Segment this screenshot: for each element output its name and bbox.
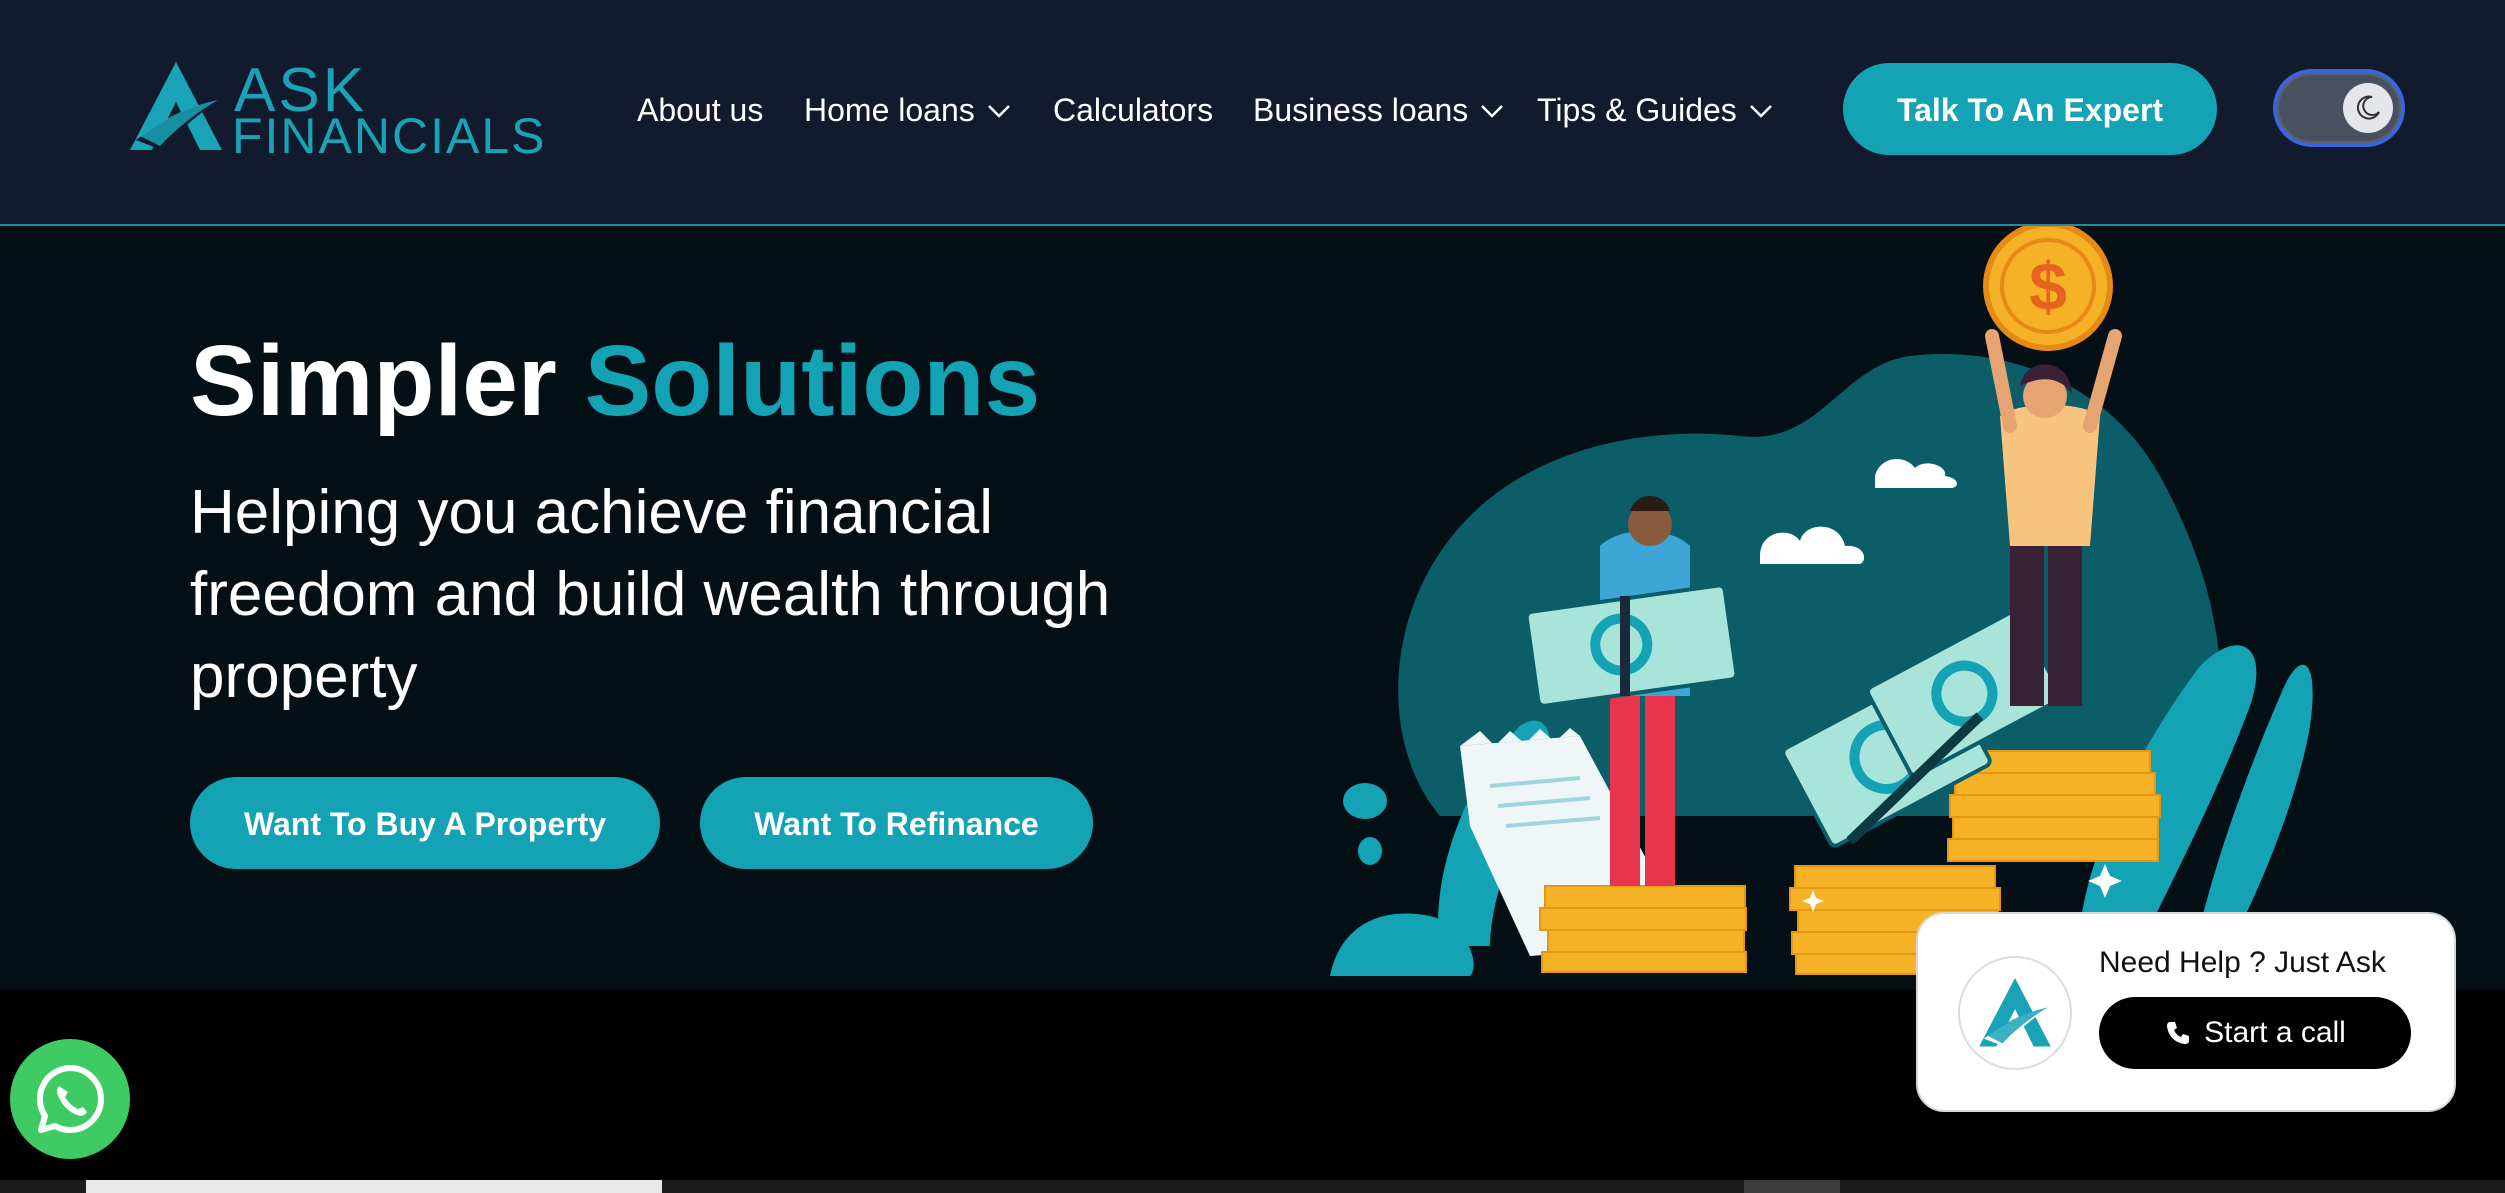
bottom-strip-highlight (86, 1180, 662, 1193)
page: ASK FINANCIALS About us Home loans Calcu… (0, 0, 2505, 1193)
theme-toggle[interactable] (2277, 73, 2401, 143)
nav-about-us[interactable]: About us (637, 88, 763, 132)
nav-label: Tips & Guides (1537, 92, 1737, 128)
start-call-button[interactable]: Start a call (2099, 997, 2411, 1069)
hero-illustration: $ (1330, 226, 2313, 976)
whatsapp-button[interactable] (10, 1039, 130, 1159)
logo-mark-icon (130, 62, 222, 150)
hero-title: Simpler Solutions (190, 326, 1040, 436)
nav-business-loans[interactable]: Business loans (1253, 88, 1506, 132)
svg-text:$: $ (2029, 249, 2067, 325)
nav-home-loans[interactable]: Home loans (804, 88, 1013, 132)
nav-label: Home loans (804, 92, 975, 128)
nav-label: Calculators (1053, 92, 1214, 128)
help-widget: Need Help ? Just Ask Start a call (1916, 912, 2456, 1112)
site-header: ASK FINANCIALS About us Home loans Calcu… (0, 0, 2505, 226)
start-call-label: Start a call (2204, 1016, 2346, 1049)
talk-to-expert-button[interactable]: Talk To An Expert (1843, 63, 2217, 155)
site-logo[interactable]: ASK FINANCIALS (124, 60, 545, 162)
nav-calculators[interactable]: Calculators (1053, 88, 1213, 132)
phone-icon (2167, 1022, 2190, 1044)
moon-icon (2356, 95, 2380, 120)
whatsapp-icon (36, 1065, 104, 1133)
help-avatar (1958, 956, 2072, 1070)
chevron-down-icon (987, 105, 1010, 118)
refinance-button[interactable]: Want To Refinance (700, 777, 1093, 869)
toggle-knob (2343, 83, 2393, 133)
bottom-strip-marker (1744, 1180, 1840, 1193)
logo-text-financials: FINANCIALS (232, 108, 547, 164)
nav-tips-guides[interactable]: Tips & Guides (1537, 88, 1775, 132)
nav-label: About us (637, 92, 764, 128)
help-title: Need Help ? Just Ask (2099, 946, 2386, 979)
buy-property-button[interactable]: Want To Buy A Property (190, 777, 660, 869)
nav-label: Business loans (1253, 92, 1469, 128)
hero-title-plain: Simpler (190, 325, 557, 437)
hero-title-accent: Solutions (584, 325, 1041, 437)
hero-subtitle: Helping you achieve financial freedom an… (190, 478, 1111, 711)
chevron-down-icon (1749, 105, 1772, 118)
brand-logo-icon (1979, 978, 2051, 1047)
chevron-down-icon (1481, 105, 1504, 118)
hero-section: Simpler Solutions Helping you achieve fi… (0, 226, 2505, 990)
